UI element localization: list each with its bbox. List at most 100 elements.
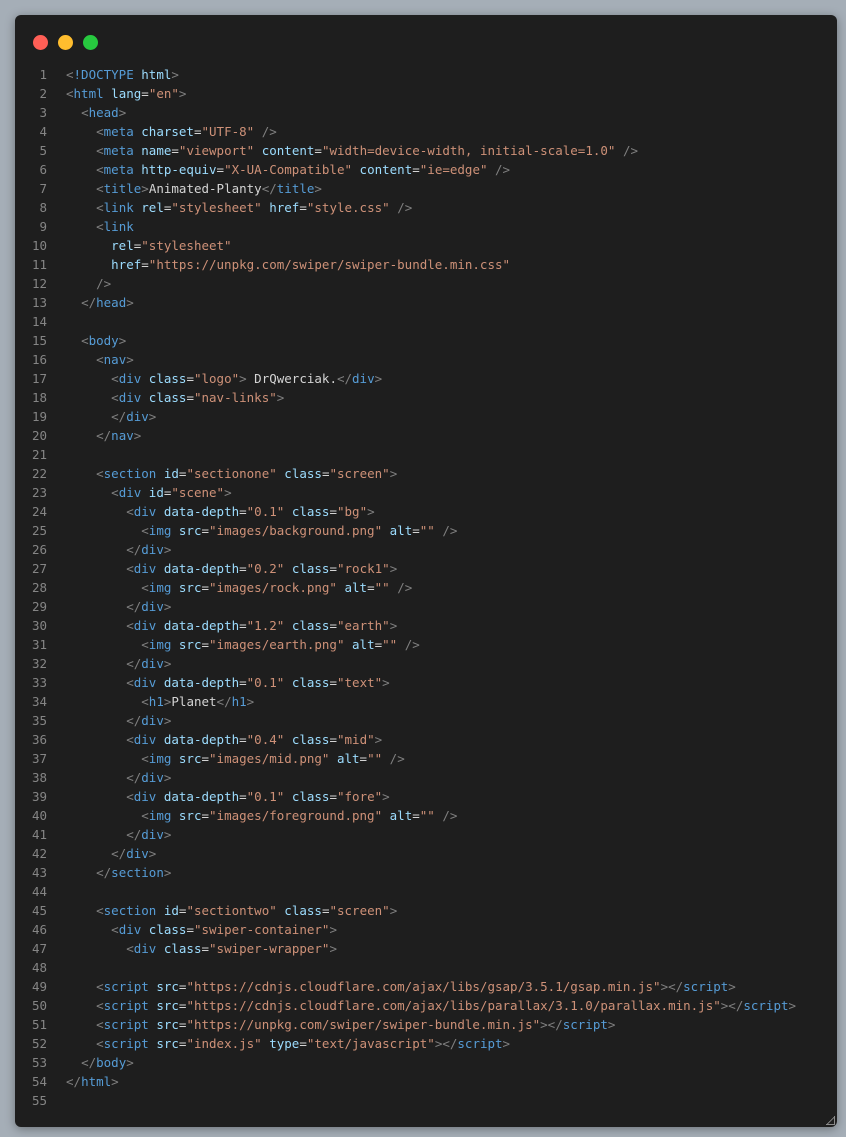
line-text: <div class="swiper-container">: [66, 920, 337, 939]
code-token: "": [419, 808, 435, 823]
code-line: 10 rel="stylesheet": [15, 236, 837, 255]
line-number: 19: [31, 409, 47, 424]
code-token: >: [246, 694, 255, 709]
code-line: 36 <div data-depth="0.4" class="mid">: [15, 730, 837, 749]
code-line: 49 <script src="https://cdnjs.cloudflare…: [15, 977, 837, 996]
code-line: 4 <meta charset="UTF-8" />: [15, 122, 837, 141]
code-line: 19 </div>: [15, 407, 837, 426]
line-text: <div data-depth="0.1" class="text">: [66, 673, 389, 692]
code-token: rel: [111, 238, 134, 253]
code-token: <: [96, 181, 104, 196]
line-text: <head>: [66, 103, 126, 122]
code-token: =: [367, 580, 375, 595]
code-token: "": [419, 523, 435, 538]
code-token: src: [156, 1017, 179, 1032]
code-token: src: [178, 580, 202, 595]
code-token: =: [239, 561, 247, 576]
line-number: 6: [39, 162, 47, 177]
code-token: </: [336, 371, 353, 386]
code-token: div: [141, 599, 164, 614]
line-number: 55: [31, 1093, 47, 1108]
code-token: >: [502, 1036, 511, 1051]
code-token: charset: [141, 124, 194, 139]
code-token: >: [163, 770, 172, 785]
line-number: 10: [31, 238, 47, 253]
code-token: src: [178, 637, 202, 652]
line-number: 3: [39, 105, 47, 120]
code-token: "0.1": [246, 789, 285, 804]
maximize-dot-icon[interactable]: [83, 35, 98, 50]
code-token: >: [276, 390, 285, 405]
code-token: "screen": [329, 466, 390, 481]
code-token: =: [201, 523, 210, 538]
code-block[interactable]: 1 <!DOCTYPE html> 2 <html lang="en"> 3 <head…: [15, 65, 837, 1110]
line-number: 42: [31, 846, 47, 861]
code-token: "swiper-wrapper": [209, 941, 330, 956]
code-token: data-depth: [163, 561, 240, 576]
code-token: >: [163, 827, 172, 842]
code-token: div: [118, 371, 142, 386]
code-token: =: [186, 922, 194, 937]
code-token: <: [96, 124, 104, 139]
close-dot-icon[interactable]: [33, 35, 48, 50]
line-text: <nav>: [66, 350, 134, 369]
code-token: class: [291, 561, 330, 576]
code-token: head: [88, 105, 119, 120]
line-text: </section>: [66, 863, 171, 882]
line-text: </div>: [66, 844, 156, 863]
code-token: script: [457, 1036, 503, 1051]
line-number: 15: [31, 333, 47, 348]
line-number: 18: [31, 390, 47, 405]
line-number: 33: [31, 675, 47, 690]
code-token: "logo": [193, 371, 240, 386]
code-line: 44: [15, 882, 837, 901]
code-token: section: [103, 466, 157, 481]
code-token: <: [126, 941, 134, 956]
line-number: 31: [31, 637, 47, 652]
code-token: <: [111, 371, 119, 386]
code-token: </: [126, 713, 142, 728]
code-token: =: [359, 751, 368, 766]
code-token: div: [133, 941, 157, 956]
code-line: 14: [15, 312, 837, 331]
code-token: <: [81, 333, 89, 348]
code-token: "scene": [171, 485, 225, 500]
code-token: >: [163, 656, 172, 671]
resize-handle-icon[interactable]: [826, 1116, 835, 1125]
code-token: <: [141, 523, 149, 538]
code-token: div: [133, 675, 157, 690]
code-token: >: [148, 846, 157, 861]
code-line: 27 <div data-depth="0.2" class="rock1">: [15, 559, 837, 578]
code-token: div: [133, 504, 157, 519]
line-number: 17: [31, 371, 47, 386]
code-line: 33 <div data-depth="0.1" class="text">: [15, 673, 837, 692]
line-number: 2: [39, 86, 47, 101]
code-token: nav: [111, 428, 134, 443]
code-token: content: [359, 162, 413, 177]
minimize-dot-icon[interactable]: [58, 35, 73, 50]
code-token: type: [269, 1036, 300, 1051]
code-line: 53 </body>: [15, 1053, 837, 1072]
code-token: =: [329, 618, 337, 633]
code-token: "X-UA-Compatible": [224, 162, 353, 177]
line-text: <div class="logo"> DrQwerciak.</div>: [66, 369, 382, 388]
code-line: 45 <section id="sectiontwo" class="scree…: [15, 901, 837, 920]
code-token: >: [126, 352, 134, 367]
code-token: lang: [111, 86, 142, 101]
